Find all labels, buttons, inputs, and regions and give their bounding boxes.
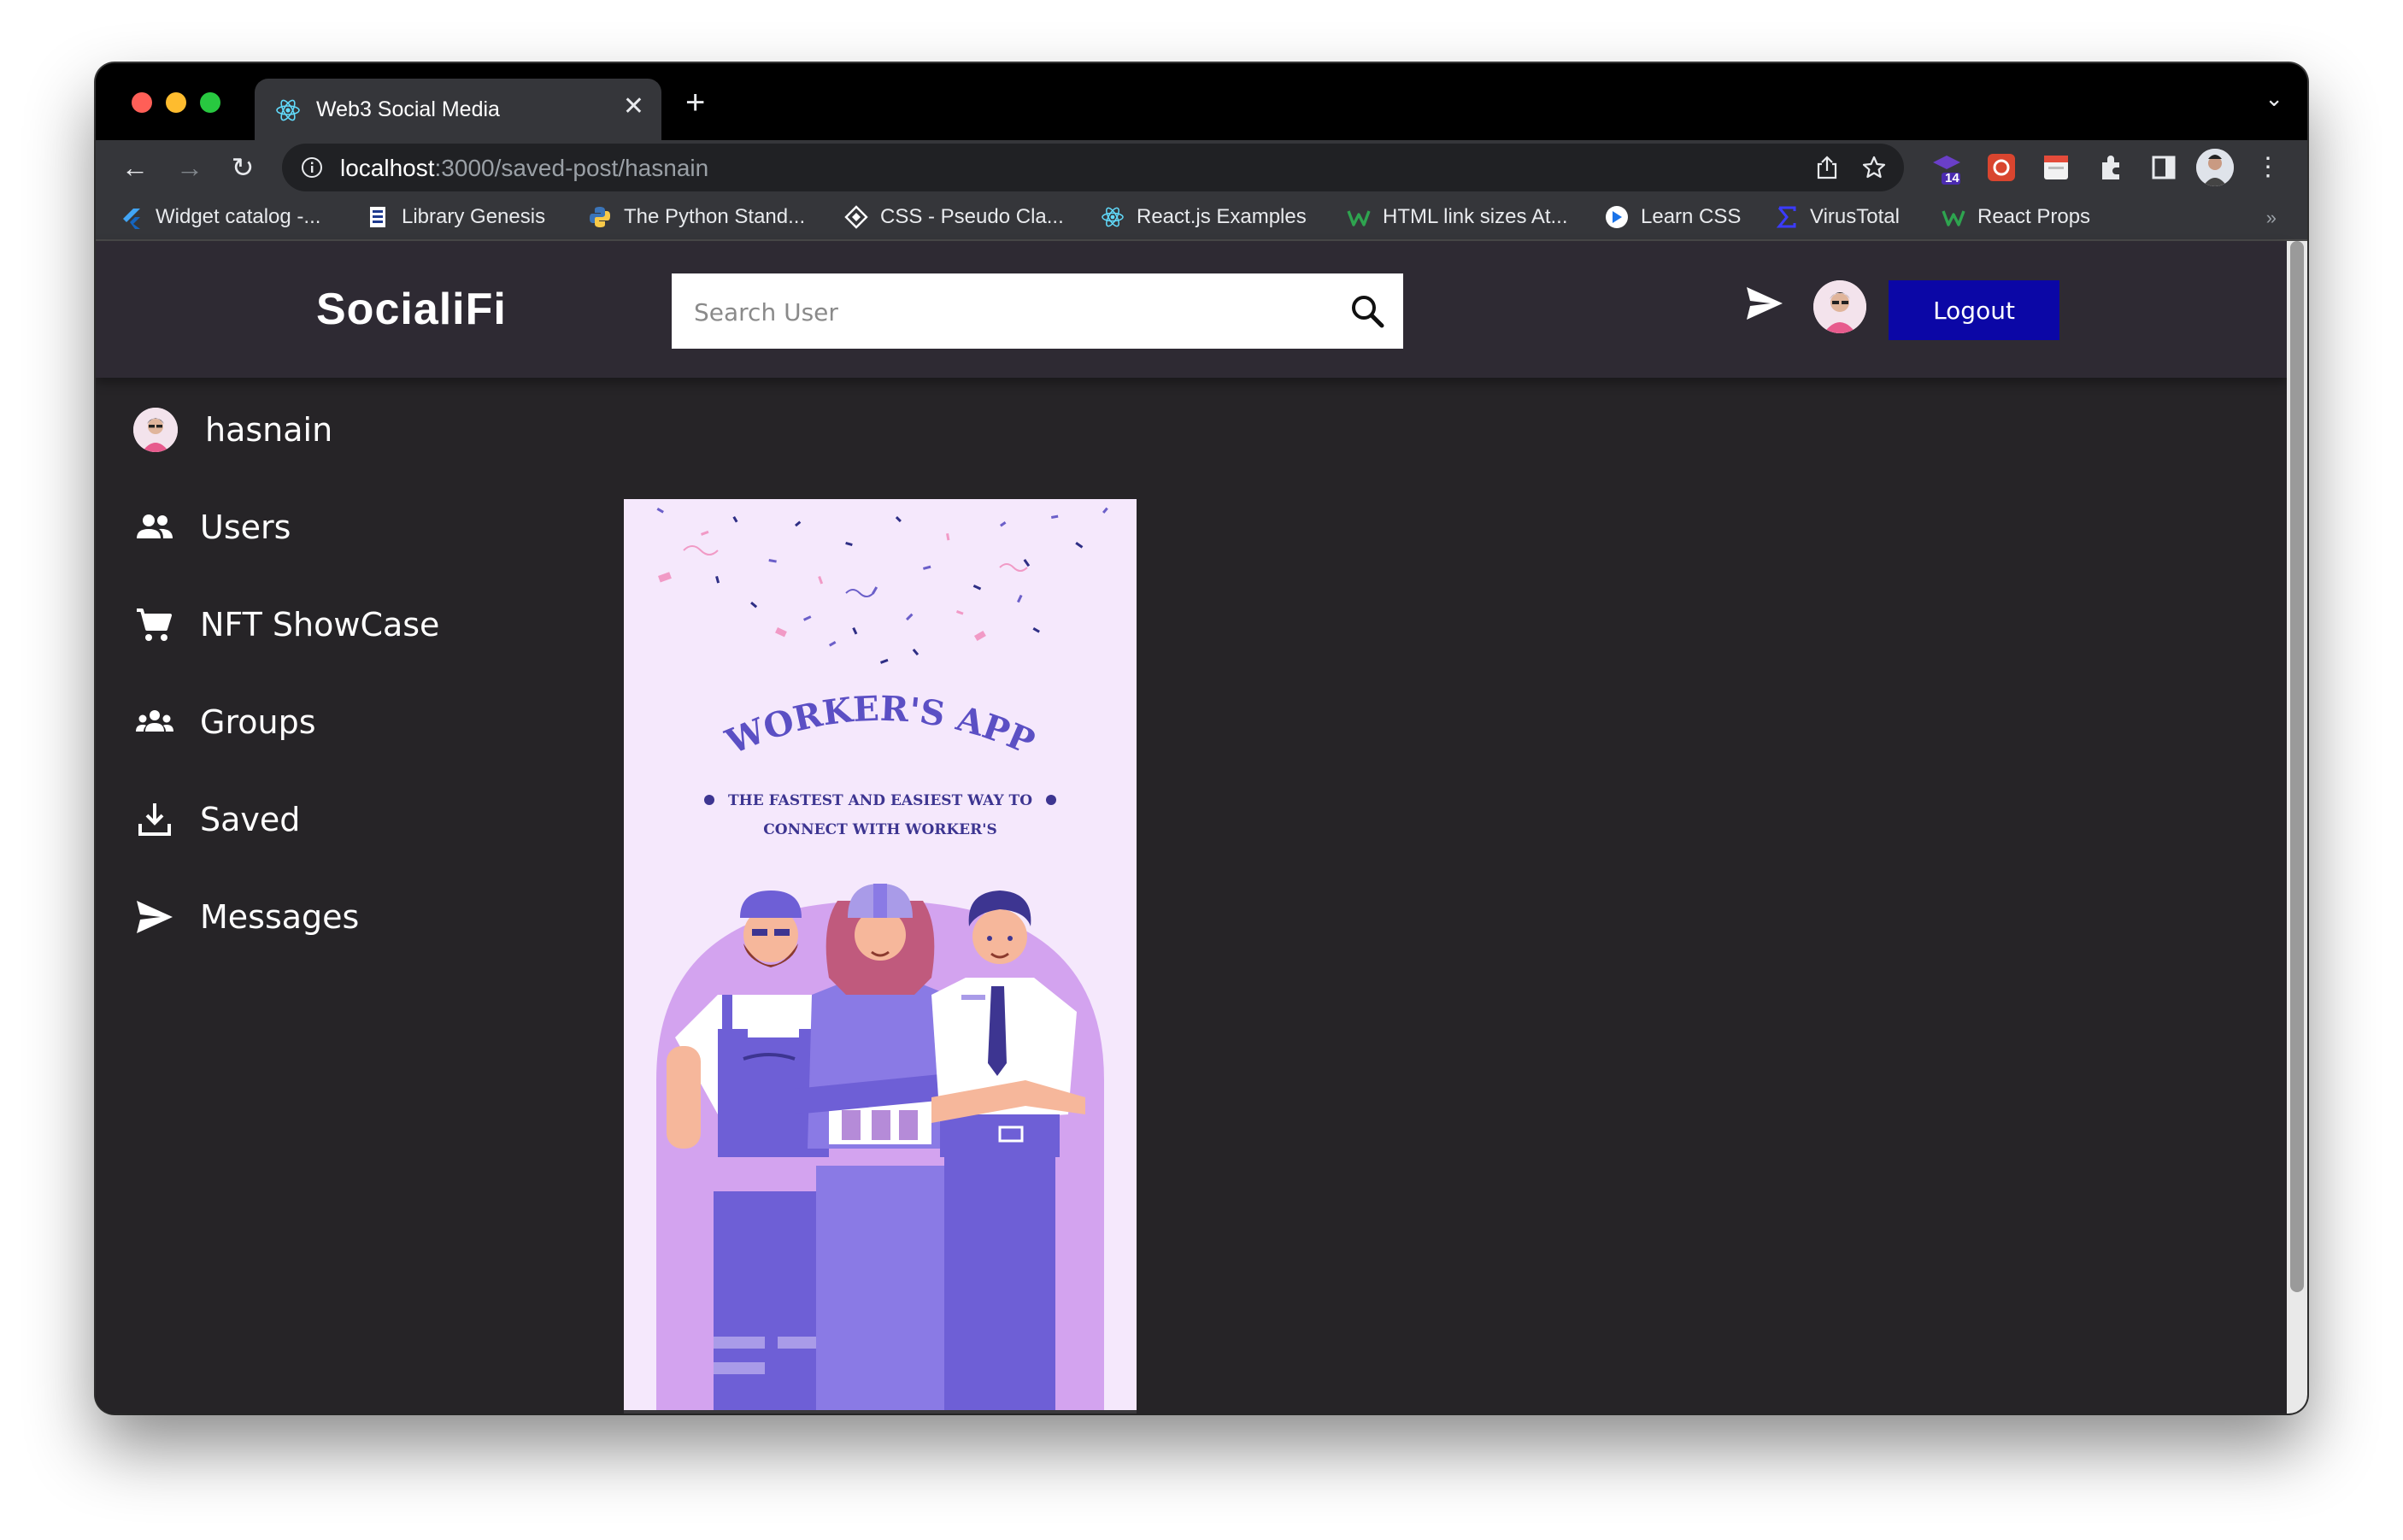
extension-calendar-icon[interactable] xyxy=(2039,150,2073,185)
user-avatar[interactable] xyxy=(1813,280,1866,333)
bookmark-label: HTML link sizes At... xyxy=(1383,205,1568,228)
sidebar-item-profile[interactable]: hasnain xyxy=(133,400,332,460)
search-box xyxy=(672,273,1403,349)
sidebar-item-label: Messages xyxy=(200,898,360,936)
send-icon xyxy=(137,901,173,933)
logout-button[interactable]: Logout xyxy=(1889,280,2059,340)
url-host: localhost xyxy=(340,155,435,181)
bookmark-label: React Props xyxy=(1977,205,2091,228)
side-panel-icon[interactable] xyxy=(2147,150,2181,185)
bookmark-label: The Python Stand... xyxy=(624,205,806,228)
bookmark-item[interactable]: Learn CSS xyxy=(1605,203,1741,231)
people-icon xyxy=(137,514,173,538)
search-input[interactable] xyxy=(692,291,1328,333)
python-icon xyxy=(590,207,610,227)
share-icon[interactable] xyxy=(1815,155,1839,180)
chrome-menu-icon[interactable]: ⋮ xyxy=(2249,149,2287,186)
sidebar-item-groups[interactable]: Groups xyxy=(133,692,316,752)
minimize-window-button[interactable] xyxy=(166,92,186,113)
address-bar[interactable]: localhost:3000/saved-post/hasnain xyxy=(282,144,1904,191)
book-icon xyxy=(370,207,385,227)
browser-window: Web3 Social Media ✕ + ⌄ ← → ↻ localhost:… xyxy=(96,63,2307,1414)
reload-button[interactable]: ↻ xyxy=(224,149,261,186)
bookmark-item[interactable]: HTML link sizes At... xyxy=(1347,203,1568,231)
sidebar-item-nft-showcase[interactable]: NFT ShowCase xyxy=(133,595,439,655)
saved-post-card: WORKER'S APP THE FASTEST AND EASIEST WAY… xyxy=(624,499,1137,1414)
w-icon xyxy=(1942,210,1965,226)
bookmark-item[interactable]: Widget catalog -... xyxy=(120,203,320,231)
tab-active[interactable]: Web3 Social Media ✕ xyxy=(255,79,661,140)
forward-button[interactable]: → xyxy=(171,149,209,186)
maximize-window-button[interactable] xyxy=(200,92,220,113)
sidebar-item-messages[interactable]: Messages xyxy=(133,887,359,947)
bookmark-item[interactable]: The Python Stand... xyxy=(588,203,805,231)
learn-icon xyxy=(1606,206,1628,228)
bookmark-item[interactable]: React.js Examples xyxy=(1101,203,1307,231)
bookmark-star-icon[interactable] xyxy=(1861,155,1887,180)
url-text: localhost:3000/saved-post/hasnain xyxy=(340,155,708,182)
more-bookmarks-icon[interactable]: » xyxy=(2266,207,2277,229)
sidebar-item-label: NFT ShowCase xyxy=(200,606,440,644)
post-image[interactable]: WORKER'S APP THE FASTEST AND EASIEST WAY… xyxy=(624,499,1137,1410)
sidebar-item-label: Users xyxy=(200,508,291,546)
search-icon[interactable] xyxy=(1348,292,1386,330)
bookmark-label: Widget catalog -... xyxy=(156,205,321,228)
tab-search-icon[interactable]: ⌄ xyxy=(2265,85,2283,112)
close-tab-icon[interactable]: ✕ xyxy=(623,94,644,120)
app-header: SocialiFi Logout xyxy=(96,241,2287,378)
bookmark-label: React.js Examples xyxy=(1137,205,1307,228)
tab-title: Web3 Social Media xyxy=(316,97,500,121)
bookmark-item[interactable]: React Props xyxy=(1942,203,2090,231)
cart-icon xyxy=(137,608,172,641)
close-window-button[interactable] xyxy=(132,92,152,113)
bookmark-label: Library Genesis xyxy=(402,205,546,228)
extension-cap-icon[interactable]: 14 xyxy=(1930,150,1964,185)
react-icon xyxy=(1102,207,1124,227)
scrollbar-thumb[interactable] xyxy=(2290,241,2304,1292)
bookmark-item[interactable]: VirusTotal xyxy=(1774,203,1900,231)
bookmark-item[interactable]: CSS - Pseudo Cla... xyxy=(844,203,1064,231)
sigma-icon xyxy=(1776,206,1796,228)
flutter-icon xyxy=(123,209,140,229)
user-avatar xyxy=(133,408,178,452)
sidebar-item-saved[interactable]: Saved xyxy=(133,790,300,849)
download-icon xyxy=(138,803,171,836)
tab-strip: Web3 Social Media ✕ + ⌄ xyxy=(96,63,2307,140)
back-button[interactable]: ← xyxy=(116,149,154,186)
web-page: SocialiFi Logout hasnain xyxy=(96,241,2287,1414)
info-icon[interactable] xyxy=(301,156,323,179)
post-subtitle-line1: THE FASTEST AND EASIEST WAY TO xyxy=(728,792,1032,809)
post-subtitle-line2: CONNECT WITH WORKER'S xyxy=(763,821,997,838)
sidebar-item-users[interactable]: Users xyxy=(133,497,291,557)
sidebar-item-label: hasnain xyxy=(205,411,333,449)
url-path: :3000/saved-post/hasnain xyxy=(434,155,709,181)
profile-avatar[interactable] xyxy=(2196,149,2234,186)
extensions-puzzle-icon[interactable] xyxy=(2094,150,2128,185)
bookmark-label: Learn CSS xyxy=(1641,205,1742,228)
groups-icon xyxy=(136,710,173,732)
bookmark-label: CSS - Pseudo Cla... xyxy=(880,205,1064,228)
sidebar-item-label: Saved xyxy=(200,801,301,838)
css-icon xyxy=(844,205,868,229)
bookmarks-bar: Widget catalog -... Library Genesis The … xyxy=(96,195,2307,241)
brand-logo[interactable]: SocialiFi xyxy=(316,284,507,335)
sidebar-item-label: Groups xyxy=(200,703,316,741)
bookmark-item[interactable]: Library Genesis xyxy=(366,203,545,231)
page-scrollbar[interactable] xyxy=(2287,241,2307,1414)
browser-toolbar: ← → ↻ localhost:3000/saved-post/hasnain … xyxy=(96,140,2307,195)
send-icon[interactable] xyxy=(1743,282,1786,325)
new-tab-button[interactable]: + xyxy=(685,85,705,120)
bookmark-label: VirusTotal xyxy=(1810,205,1900,228)
react-icon xyxy=(276,99,300,121)
w-icon xyxy=(1347,210,1371,226)
extension-puzzle-red-icon[interactable] xyxy=(1984,150,2018,185)
extension-badge: 14 xyxy=(1945,171,1959,185)
